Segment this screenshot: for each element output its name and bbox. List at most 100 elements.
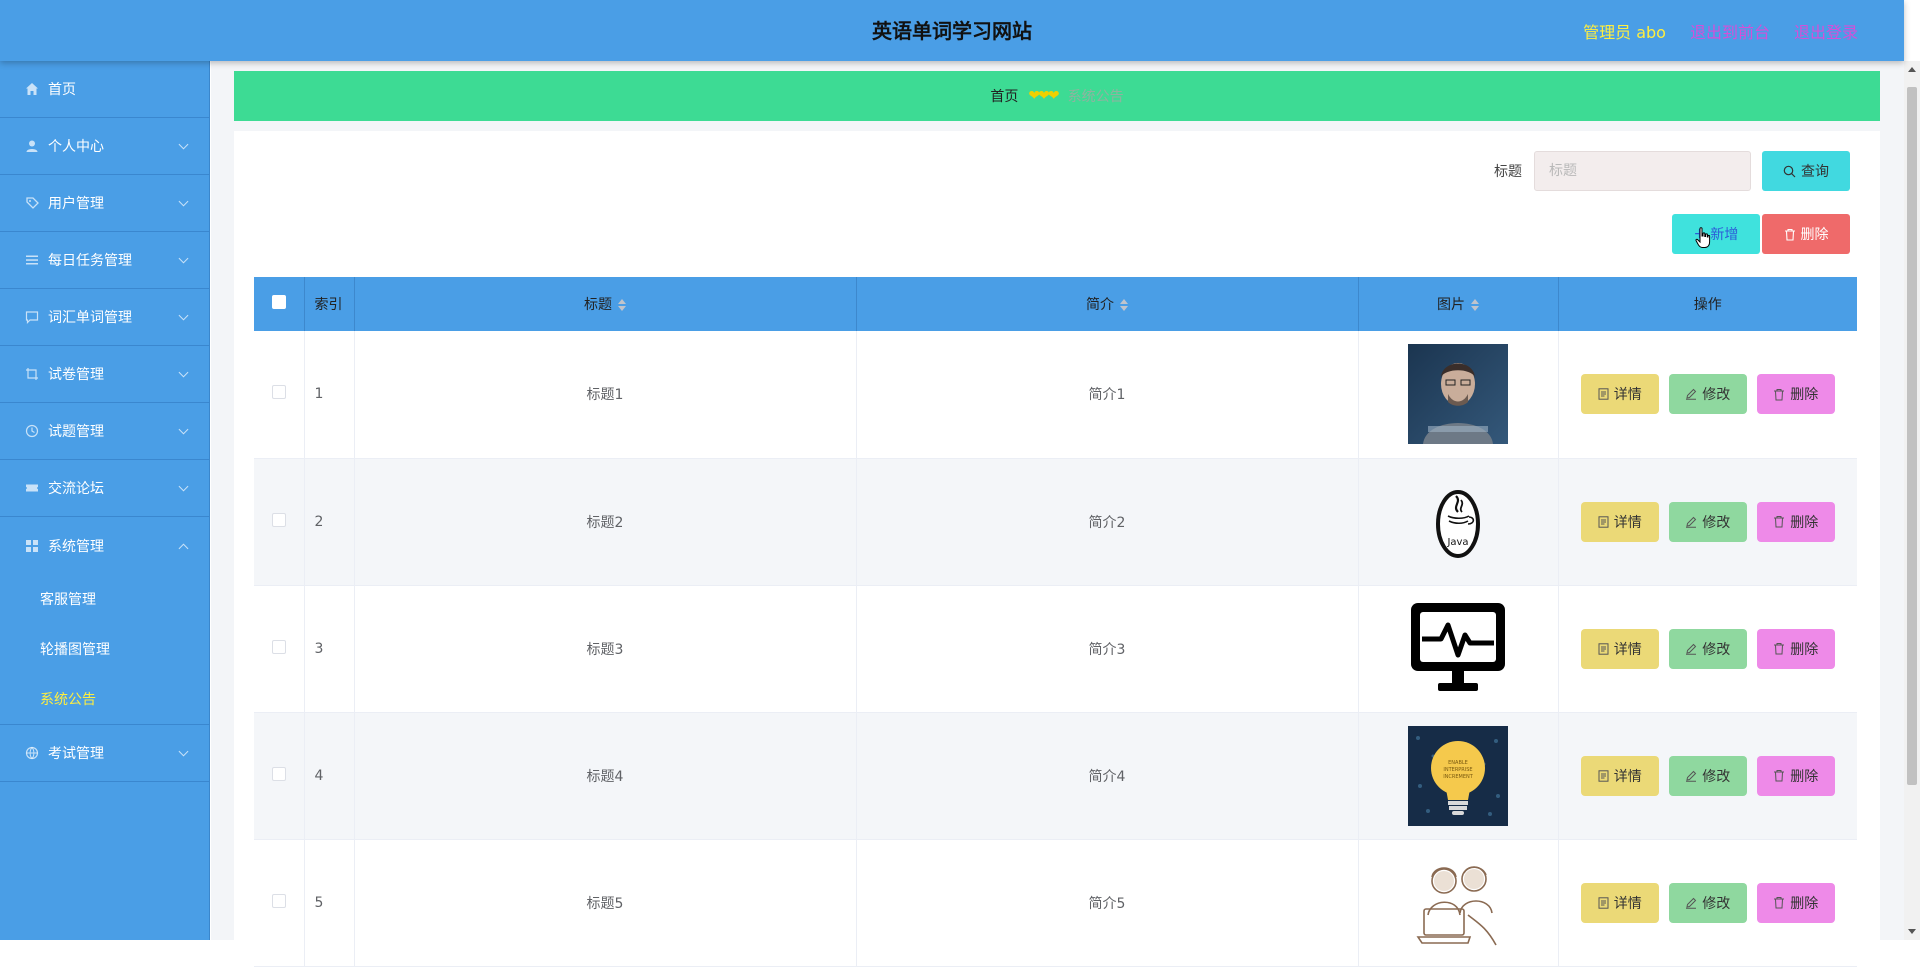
edit-button[interactable]: 修改 — [1668, 374, 1747, 415]
chevron-down-icon — [178, 367, 189, 378]
sidebar-item-question[interactable]: 试题管理 — [0, 403, 209, 460]
row-checkbox-cell[interactable] — [254, 712, 305, 840]
delete-button[interactable]: 删除 — [1756, 501, 1835, 542]
delete-label: 删除 — [1790, 895, 1819, 912]
sidebar-item-forum[interactable]: 交流论坛 — [0, 460, 209, 517]
detail-label: 详情 — [1613, 768, 1642, 785]
sidebar-item-exam-paper[interactable]: 试卷管理 — [0, 346, 209, 403]
to-front-link[interactable]: 退出到前台 — [1690, 19, 1770, 43]
table-row: 3 标题3 简介3 详情 修改 删除 — [254, 585, 1857, 713]
sidebar-item-system[interactable]: 系统管理 — [0, 517, 209, 574]
monitor-pulse-icon — [1408, 598, 1508, 699]
sidebar-item-exam[interactable]: 考试管理 — [0, 725, 209, 782]
row-checkbox[interactable] — [271, 766, 286, 781]
detail-label: 详情 — [1613, 895, 1642, 912]
sidebar-item-vocabulary[interactable]: 词汇单词管理 — [0, 289, 209, 346]
title-search-input[interactable] — [1534, 151, 1751, 191]
row-checkbox-cell[interactable] — [254, 458, 305, 586]
trash-icon — [1774, 897, 1785, 909]
chevron-down-icon — [178, 253, 189, 264]
query-button[interactable]: 查询 — [1762, 151, 1850, 191]
header-index: 索引 — [304, 277, 355, 331]
detail-label: 详情 — [1613, 514, 1642, 531]
batch-delete-button[interactable]: 删除 — [1762, 214, 1850, 254]
pencil-icon — [1686, 389, 1697, 400]
delete-button[interactable]: 删除 — [1756, 755, 1835, 796]
edit-button[interactable]: 修改 — [1668, 755, 1747, 796]
trash-icon — [1774, 516, 1785, 528]
delete-label: 删除 — [1790, 641, 1819, 658]
row-title: 标题3 — [354, 585, 857, 713]
row-ops-cell: 详情 修改 删除 — [1558, 331, 1857, 459]
edit-button[interactable]: 修改 — [1668, 628, 1747, 669]
row-ops-cell: 详情 修改 删除 — [1558, 839, 1857, 967]
sidebar-item-home[interactable]: 首页 — [0, 61, 209, 118]
header-select-all[interactable] — [254, 277, 305, 331]
header-intro[interactable]: 简介 — [856, 277, 1359, 331]
row-checkbox[interactable] — [271, 893, 286, 908]
announcement-table: 索引 标题 简介 图片 操作 1 标题1 简介1 详情 修改 删除 2 标题2 … — [254, 277, 1857, 967]
table-row: 1 标题1 简介1 详情 修改 删除 — [254, 331, 1857, 459]
heart-separator-icon: ❤❤❤ — [1028, 88, 1059, 104]
sidebar-item-label: 试题管理 — [48, 424, 104, 440]
hand-cursor-icon — [1695, 227, 1711, 248]
delete-button[interactable]: 删除 — [1756, 374, 1835, 415]
detail-button[interactable]: 详情 — [1580, 755, 1659, 796]
system-submenu: 客服管理 轮播图管理 系统公告 — [0, 574, 209, 725]
delete-button[interactable]: 删除 — [1756, 882, 1835, 923]
sort-icon[interactable] — [1471, 299, 1479, 311]
header-title[interactable]: 标题 — [354, 277, 857, 331]
sidebar-item-user-management[interactable]: 用户管理 — [0, 175, 209, 232]
detail-button[interactable]: 详情 — [1580, 882, 1659, 923]
row-ops-cell: 详情 修改 删除 — [1558, 585, 1857, 713]
row-checkbox-cell[interactable] — [254, 839, 305, 967]
row-image-cell: Java — [1358, 458, 1559, 586]
chevron-up-icon — [178, 543, 189, 553]
breadcrumb-home[interactable]: 首页 — [990, 86, 1018, 106]
detail-button[interactable]: 详情 — [1580, 501, 1659, 542]
page-scrollbar[interactable] — [1904, 61, 1920, 940]
scrollbar-thumb[interactable] — [1907, 87, 1917, 785]
row-title: 标题4 — [354, 712, 857, 840]
java-logo: Java — [1408, 471, 1508, 572]
lightbulb-illustration: ENABLE INTERPRISE INCREMENT — [1408, 725, 1508, 826]
sort-icon[interactable] — [618, 299, 626, 311]
list-icon — [24, 252, 40, 268]
logout-link[interactable]: 退出登录 — [1794, 19, 1858, 43]
delete-button-label: 删除 — [1800, 227, 1829, 243]
submenu-item-customer-service[interactable]: 客服管理 — [0, 574, 209, 624]
scroll-down-arrow-icon[interactable] — [1908, 929, 1916, 934]
sidebar-item-daily-task[interactable]: 每日任务管理 — [0, 232, 209, 289]
select-all-checkbox[interactable] — [271, 295, 286, 309]
row-checkbox-cell[interactable] — [254, 331, 305, 459]
edit-label: 修改 — [1702, 514, 1731, 531]
svg-text:INCREMENT: INCREMENT — [1443, 774, 1474, 780]
header-image[interactable]: 图片 — [1358, 277, 1559, 331]
row-image-cell — [1358, 839, 1559, 967]
edit-button[interactable]: 修改 — [1668, 882, 1747, 923]
row-checkbox[interactable] — [271, 385, 286, 400]
edit-button[interactable]: 修改 — [1668, 501, 1747, 542]
ticket-icon — [24, 480, 40, 496]
chevron-down-icon — [178, 310, 189, 321]
sort-icon[interactable] — [1120, 299, 1128, 311]
clock-icon — [24, 423, 40, 439]
row-checkbox[interactable] — [271, 639, 286, 654]
add-button[interactable]: + 新增 — [1672, 214, 1760, 254]
sidebar-item-personal-center[interactable]: 个人中心 — [0, 118, 209, 175]
table-row: 4 标题4 简介4 ENABLE INTERPRISE INCREMENT 详情… — [254, 712, 1857, 840]
add-button-label: 新增 — [1710, 227, 1739, 243]
admin-name: 管理员 abo — [1583, 22, 1666, 42]
delete-button[interactable]: 删除 — [1756, 628, 1835, 669]
delete-label: 删除 — [1790, 387, 1819, 404]
trash-icon — [1774, 388, 1785, 401]
trash-icon — [1784, 228, 1795, 241]
submenu-item-announcement[interactable]: 系统公告 — [0, 674, 209, 724]
detail-button[interactable]: 详情 — [1580, 628, 1659, 669]
row-checkbox-cell[interactable] — [254, 585, 305, 713]
row-checkbox[interactable] — [271, 512, 286, 527]
scroll-up-arrow-icon[interactable] — [1908, 67, 1916, 72]
user-icon — [24, 138, 40, 154]
detail-button[interactable]: 详情 — [1580, 374, 1659, 415]
submenu-item-carousel[interactable]: 轮播图管理 — [0, 624, 209, 674]
